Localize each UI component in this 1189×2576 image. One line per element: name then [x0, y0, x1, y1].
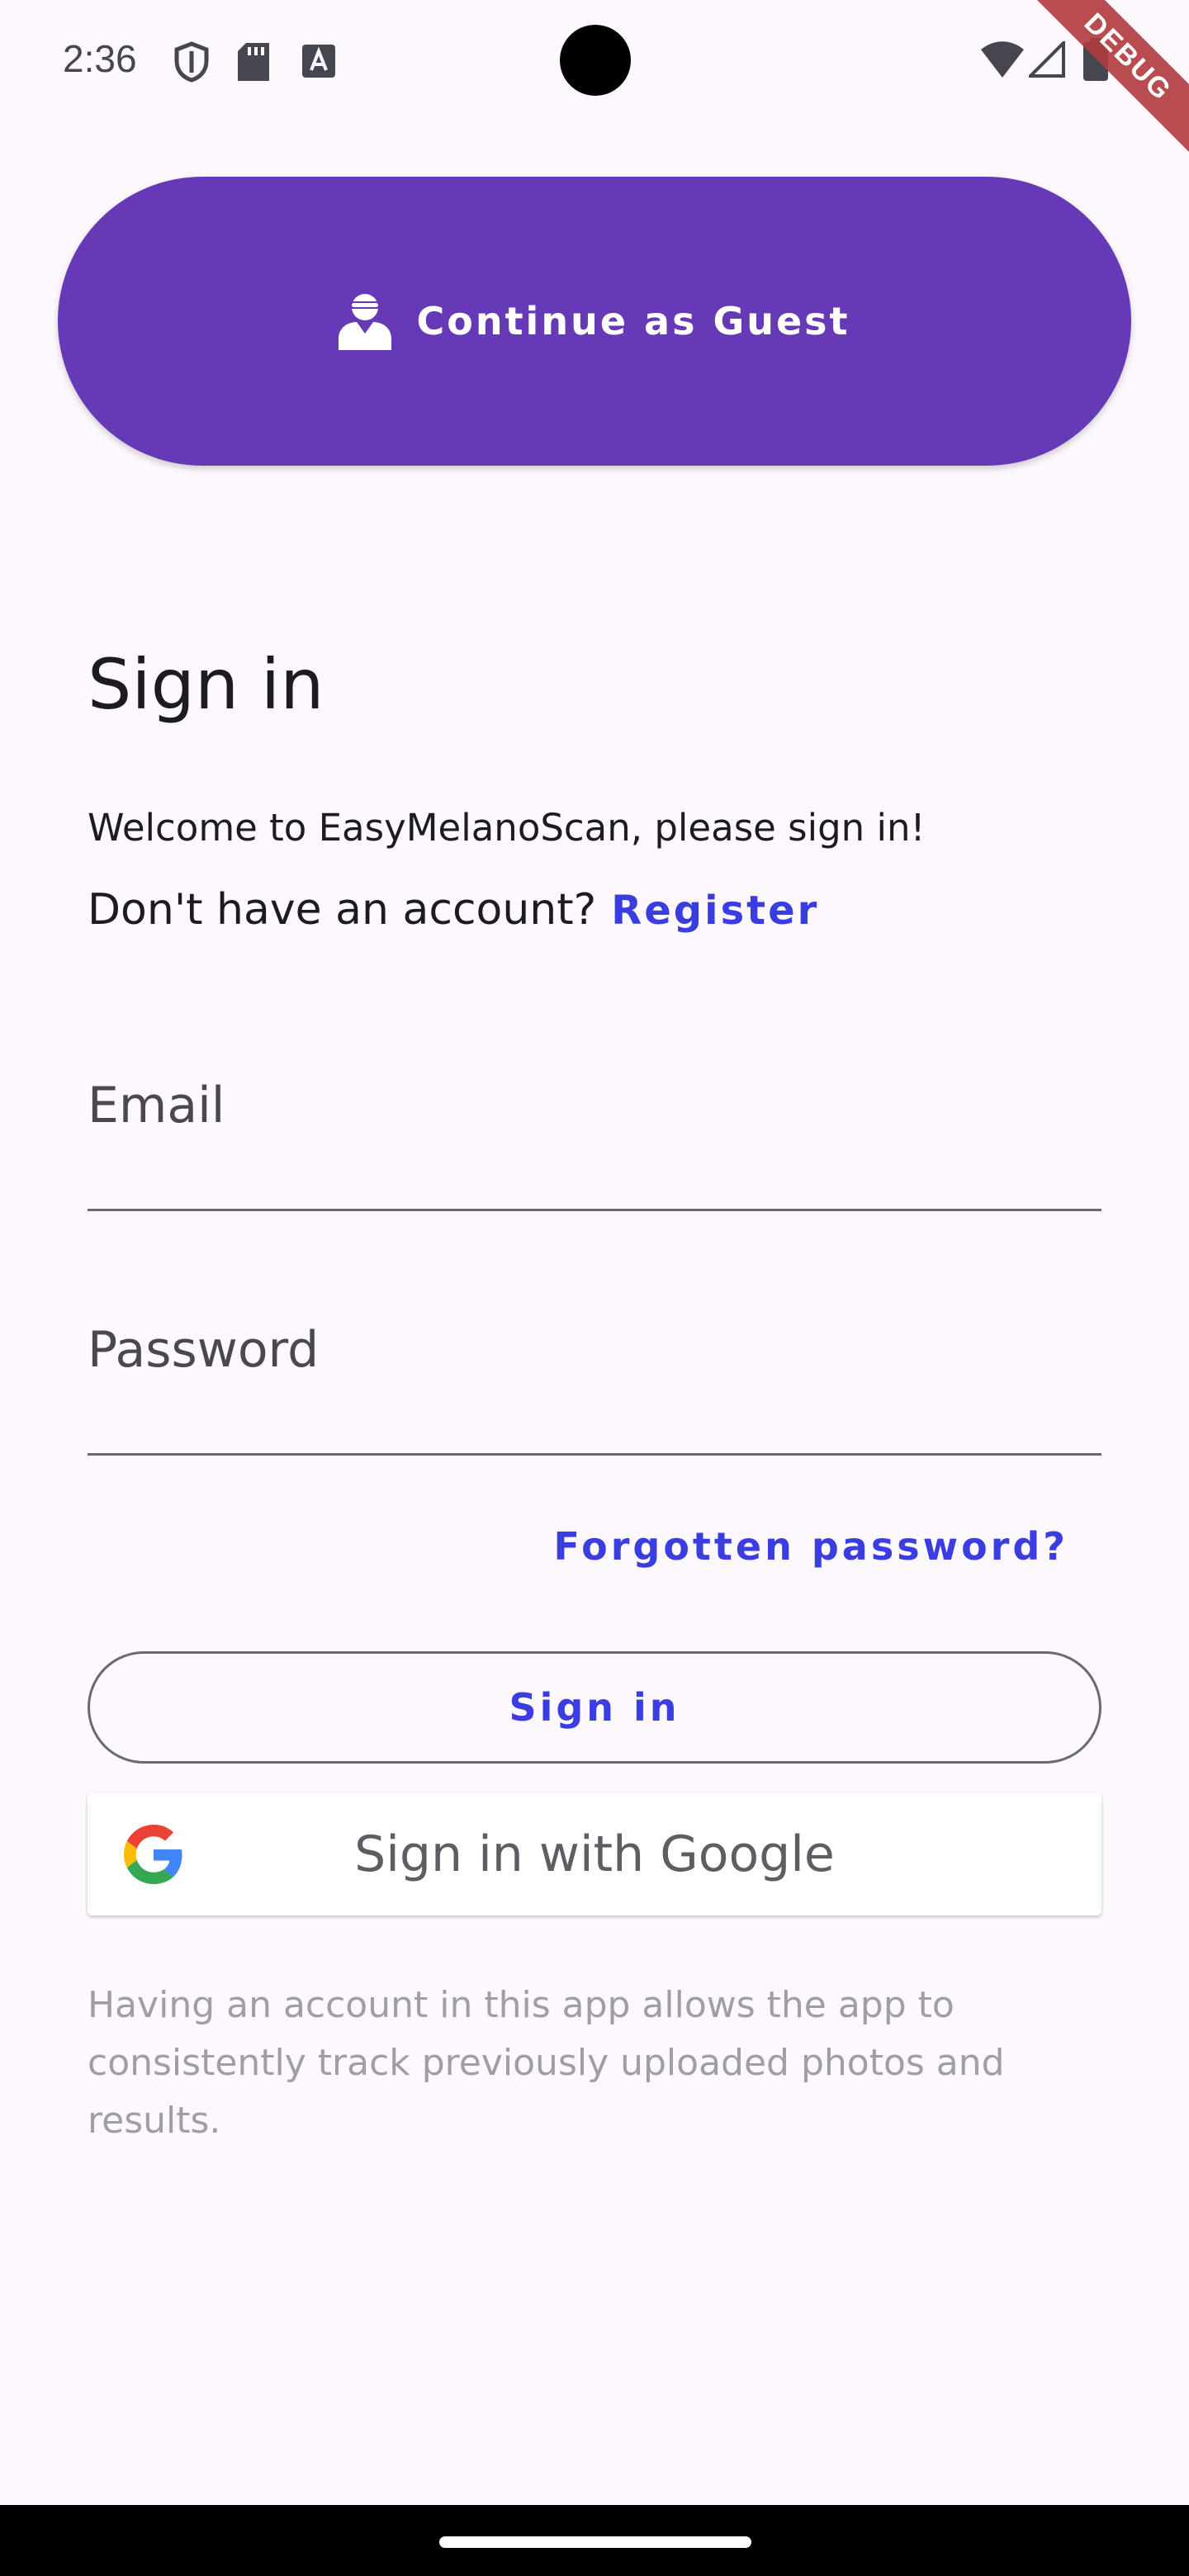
google-logo-icon: [124, 1825, 182, 1884]
sign-in-button[interactable]: Sign in: [88, 1651, 1101, 1764]
status-bar: 2:36 DEBUG: [0, 0, 1189, 162]
email-field-label: Email: [88, 1077, 225, 1134]
page-title: Sign in: [88, 644, 324, 725]
text-a-icon: [302, 45, 335, 78]
shield-icon: [174, 41, 209, 83]
home-gesture-handle[interactable]: [439, 2536, 751, 2548]
guest-button-label: Continue as Guest: [416, 299, 850, 343]
register-link[interactable]: Register: [611, 888, 819, 934]
password-field-label: Password: [88, 1321, 320, 1379]
password-field[interactable]: Password: [88, 1321, 1101, 1456]
continue-as-guest-button[interactable]: Continue as Guest: [58, 177, 1131, 466]
welcome-text: Welcome to EasyMelanoScan, please sign i…: [88, 806, 926, 850]
sign-in-with-google-button[interactable]: Sign in with Google: [88, 1793, 1101, 1915]
status-time: 2:36: [63, 37, 137, 80]
camera-cutout: [560, 25, 631, 96]
incognito-user-icon: [339, 294, 392, 350]
email-field[interactable]: Email: [88, 1077, 1101, 1211]
google-button-label: Sign in with Google: [354, 1825, 835, 1883]
signal-icon: [1029, 41, 1065, 78]
no-account-text: Don't have an account?: [88, 885, 597, 935]
forgotten-password-link[interactable]: Forgotten password?: [554, 1524, 1068, 1569]
register-prompt: Don't have an account? Register: [88, 885, 819, 935]
wifi-icon: [981, 41, 1024, 78]
sd-card-icon: [238, 43, 269, 81]
account-info-text: Having an account in this app allows the…: [88, 1984, 1005, 2142]
